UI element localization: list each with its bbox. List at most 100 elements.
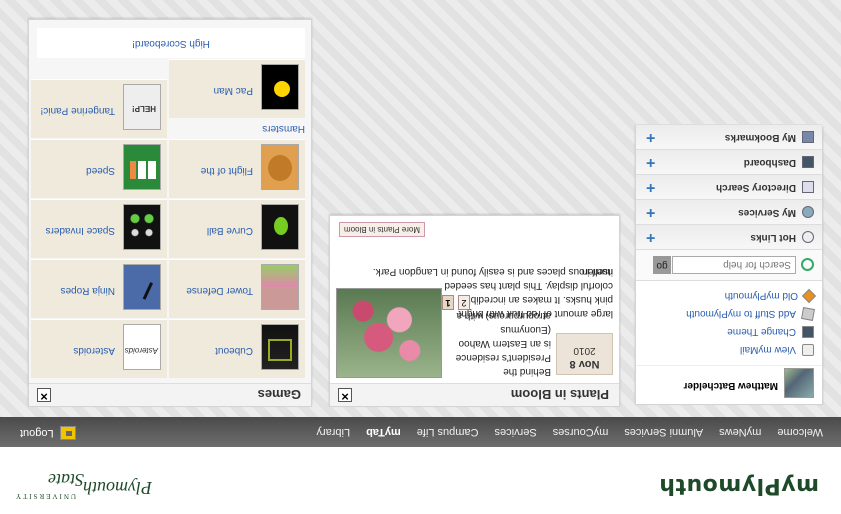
search-icon	[801, 258, 814, 271]
game-name: Tower Defense	[186, 285, 253, 296]
old-myplymouth-label: Old myPlymouth	[724, 290, 798, 302]
game-ninja-ropes[interactable]: Ninja Ropes	[31, 259, 167, 318]
cubeout-thumbnail	[261, 324, 299, 370]
game-tower-defense[interactable]: Tower Defense	[169, 259, 305, 318]
expand-icon[interactable]: +	[646, 128, 655, 146]
curve-ball-thumbnail	[261, 204, 299, 250]
nav-mytab[interactable]: myTab	[358, 426, 409, 438]
nav-services[interactable]: Services	[487, 426, 545, 438]
game-flight-of-the-hamsters[interactable]: Flight of the	[169, 139, 305, 198]
game-asteroids[interactable]: Asteroids	[31, 319, 167, 378]
old-myplymouth-link[interactable]: Old myPlymouth	[636, 287, 817, 305]
pin-icon	[801, 307, 815, 321]
main-nav: Welcome myNews Alumni Services myCourses…	[0, 417, 841, 447]
view-mymail-link[interactable]: View myMail	[636, 341, 814, 359]
page-2-button[interactable]: 2	[458, 295, 470, 310]
expand-icon[interactable]: +	[646, 178, 655, 196]
game-space-invaders[interactable]: Space Invaders	[31, 199, 167, 258]
user-name: Matthew Batchelder	[683, 380, 778, 391]
games-header: Games ✕	[29, 383, 311, 406]
space-invaders-thumbnail	[123, 204, 161, 250]
section-my-services[interactable]: My Services +	[636, 199, 822, 224]
nav-mycourses[interactable]: myCourses	[545, 426, 617, 438]
game-cubeout[interactable]: Cubeout	[169, 319, 305, 378]
add-stuff-link[interactable]: Add Stuff to myPlymouth	[636, 305, 815, 323]
high-scoreboard-link[interactable]: High Scoreboard!	[37, 28, 305, 58]
change-theme-label: Change Theme	[727, 326, 796, 338]
game-curve-ball[interactable]: Curve Ball	[169, 199, 305, 258]
main-area: Matthew Batchelder mtbatchelder View myM…	[0, 0, 841, 417]
dashboard-icon	[802, 156, 814, 168]
diamond-icon	[801, 288, 817, 304]
section-dashboard[interactable]: Dashboard +	[636, 149, 822, 174]
go-button[interactable]: go	[653, 256, 671, 274]
header: myPlymouth Plymouth UNIVERSITY State	[0, 448, 841, 514]
section-directory-search[interactable]: Directory Search +	[636, 174, 822, 199]
nav-library[interactable]: Library	[308, 426, 358, 438]
expand-icon[interactable]: +	[646, 153, 655, 171]
section-my-services-label: My Services	[738, 207, 796, 218]
speed-thumbnail	[123, 144, 161, 190]
game-name: Asteroids	[73, 345, 115, 356]
tangerine-panic-thumbnail	[123, 84, 161, 130]
game-tangerine-panic[interactable]: Tangerine Panic!	[31, 79, 167, 138]
change-theme-link[interactable]: Change Theme	[636, 323, 814, 341]
page-1-button[interactable]: 1	[442, 295, 454, 310]
plant-desc-line: is an Eastern Wahoo	[458, 338, 551, 349]
plants-title: Plants in Bloom	[510, 387, 609, 402]
game-pac-man[interactable]: Pac Man	[169, 59, 305, 118]
section-hot-links-label: Hot Links	[750, 232, 796, 243]
nav-campus-life[interactable]: Campus Life	[409, 426, 487, 438]
section-my-bookmarks[interactable]: My Bookmarks +	[636, 124, 822, 149]
logout-label: Logout	[20, 427, 54, 439]
games-title: Games	[257, 387, 301, 402]
plant-pager: 2 1	[442, 295, 470, 310]
page: myPlymouth Plymouth UNIVERSITY State Wel…	[0, 0, 841, 514]
game-speed[interactable]: Speed	[31, 139, 167, 198]
plants-in-bloom-panel: Plants in Bloom ✕ Nov 8 2010 Behind the …	[329, 215, 620, 407]
logout-button[interactable]: Logout	[20, 426, 76, 440]
plant-desc-line: Behind the	[503, 366, 551, 377]
plant-desc-line: numerous places and is easily found in L…	[372, 266, 613, 277]
section-my-bookmarks-label: My Bookmarks	[724, 132, 796, 143]
plants-body: Nov 8 2010 Behind the President's reside…	[336, 248, 613, 378]
asteroids-thumbnail	[123, 324, 161, 370]
theme-icon	[802, 326, 814, 338]
plant-desc-line: President's residence	[455, 352, 551, 363]
section-hot-links[interactable]: Hot Links +	[636, 224, 822, 249]
sidebar: Matthew Batchelder mtbatchelder View myM…	[635, 124, 823, 405]
plant-photo[interactable]	[336, 288, 442, 378]
view-mymail-label: View myMail	[740, 344, 796, 356]
expand-icon[interactable]: +	[646, 228, 655, 246]
hamsters-link[interactable]: Hamsters	[262, 123, 305, 134]
myplymouth-logo[interactable]: myPlymouth	[659, 473, 819, 498]
game-name: Ninja Ropes	[60, 285, 115, 296]
close-icon[interactable]: ✕	[338, 388, 352, 402]
logout-icon	[59, 426, 76, 440]
tower-defense-thumbnail	[261, 264, 299, 310]
nav-welcome[interactable]: Welcome	[769, 426, 841, 438]
game-name: Pac Man	[213, 85, 253, 96]
game-name: Cubeout	[215, 345, 253, 356]
search-input[interactable]	[672, 256, 796, 274]
psu-logo[interactable]: Plymouth UNIVERSITY State	[14, 466, 152, 500]
section-directory-search-label: Directory Search	[715, 182, 796, 193]
plant-date-year: 2010	[573, 345, 596, 356]
games-panel: Games ✕ Cubeout Asteroids Tower Defense …	[28, 19, 312, 407]
close-icon[interactable]: ✕	[37, 388, 51, 402]
nav-alumni-services[interactable]: Alumni Services	[616, 426, 711, 438]
expand-icon[interactable]: +	[646, 203, 655, 221]
directory-icon	[802, 181, 814, 193]
more-plants-button[interactable]: More Plants in Bloom	[338, 222, 425, 237]
clock-icon	[802, 231, 814, 243]
bookmark-icon	[802, 131, 814, 143]
nav-mynews[interactable]: myNews	[711, 426, 769, 438]
game-name: Speed	[86, 165, 115, 176]
nav-tabs: Welcome myNews Alumni Services myCourses…	[308, 417, 841, 447]
plants-header: Plants in Bloom ✕	[330, 383, 619, 406]
avatar[interactable]	[784, 368, 814, 398]
mail-icon	[802, 344, 814, 356]
game-name: Space Invaders	[45, 225, 116, 236]
plant-date-day: Nov 8	[569, 358, 600, 370]
game-name: Tangerine Panic!	[40, 105, 116, 116]
